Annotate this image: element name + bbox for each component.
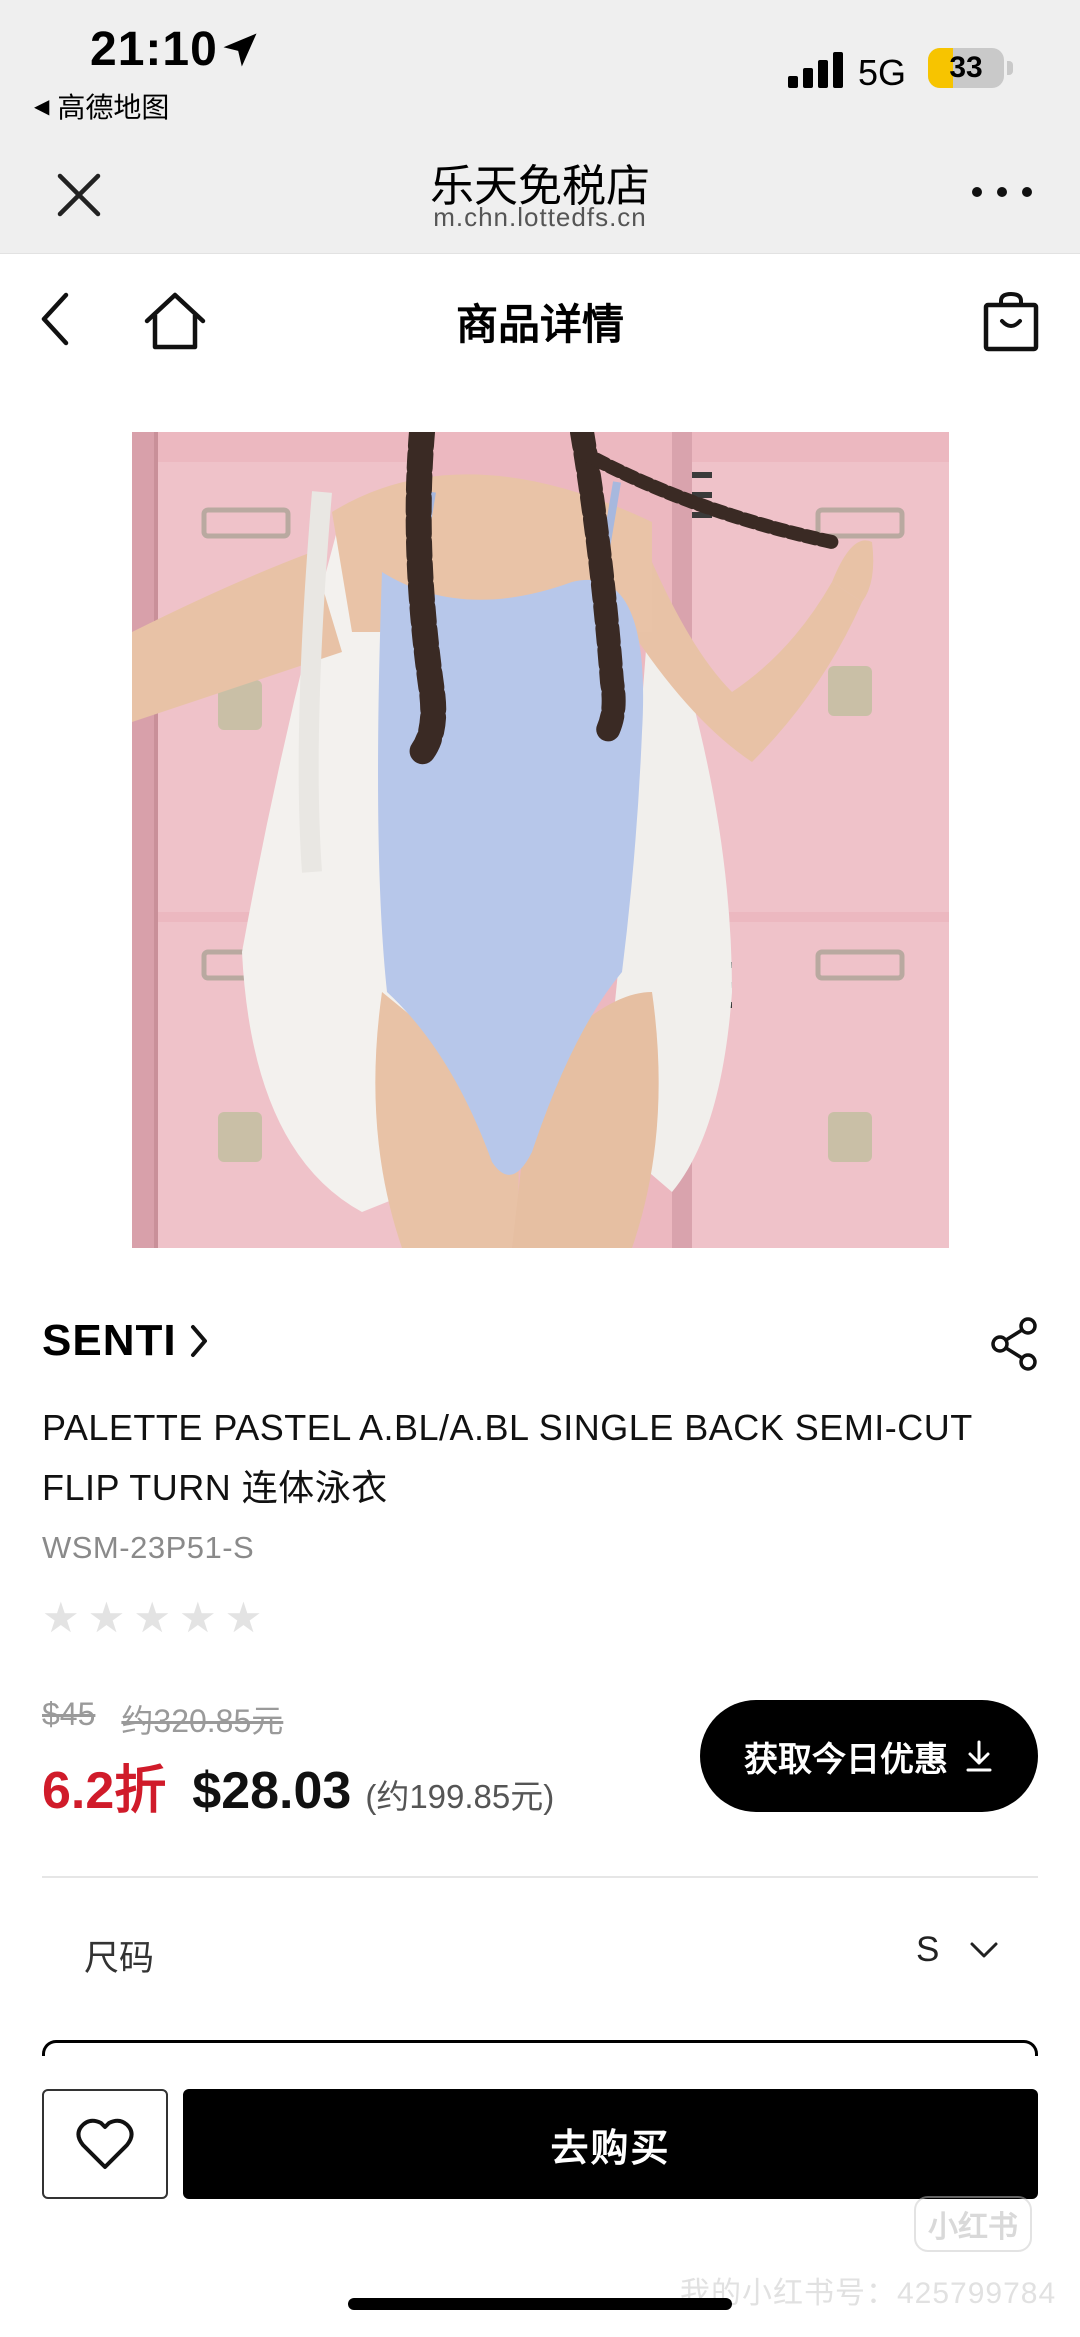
page-title: 商品详情	[455, 301, 624, 348]
star-icon: ★	[133, 1594, 171, 1641]
dot	[997, 187, 1007, 197]
rating-stars: ★ ★ ★ ★ ★	[42, 1596, 262, 1640]
battery-percent: 33	[949, 51, 983, 84]
original-price-cny: 约320.85元	[121, 1703, 284, 1739]
heart-icon	[76, 2118, 134, 2169]
dot	[972, 187, 982, 197]
download-icon	[966, 1740, 992, 1772]
home-indicator[interactable]	[348, 2298, 732, 2310]
chevron-down-icon	[970, 1942, 998, 1958]
browser-bar: 乐天免税店 m.chn.lottedfs.cn	[0, 150, 1080, 254]
sale-price-usd: $28.03	[192, 1762, 352, 1820]
signal-icon	[788, 52, 843, 88]
size-select[interactable]: S	[916, 1930, 999, 1970]
share-icon[interactable]	[990, 1316, 1040, 1372]
star-icon: ★	[178, 1594, 217, 1641]
coupon-label: 获取今日优惠	[744, 1740, 948, 1779]
battery-tip	[1007, 61, 1013, 75]
brand-name: SENTI	[42, 1316, 177, 1365]
back-app-label: 高德地图	[57, 92, 170, 123]
product-sku: WSM-23P51-S	[42, 1530, 255, 1565]
divider	[42, 1876, 1038, 1878]
original-price-usd: $45	[42, 1696, 96, 1732]
dot	[1022, 187, 1032, 197]
star-icon: ★	[224, 1594, 263, 1641]
battery-icon: 33	[928, 48, 1004, 88]
product-image[interactable]	[132, 432, 949, 1248]
shopping-bag-icon[interactable]	[982, 291, 1040, 353]
sale-price-cny: (约199.85元)	[365, 1778, 555, 1815]
original-price: $45 约320.85元	[42, 1696, 283, 1742]
watermark-text: 我的小红书号：425799784	[680, 2277, 1057, 2310]
star-icon: ★	[87, 1594, 126, 1641]
status-bar: 21:10 ◀ 高德地图 5G 33	[0, 0, 1080, 150]
back-to-app-link[interactable]: ◀ 高德地图	[34, 86, 169, 126]
size-value: S	[916, 1930, 940, 1969]
product-name: PALETTE PASTEL A.BL/A.BL SINGLE BACK SEM…	[42, 1407, 973, 1508]
star-icon: ★	[42, 1594, 80, 1641]
status-time: 21:10	[90, 23, 218, 76]
wishlist-button[interactable]	[42, 2089, 168, 2199]
back-triangle-icon: ◀	[34, 95, 50, 118]
discount-rate: 6.2折	[42, 1762, 167, 1820]
watermark-logo: 小红书	[914, 2196, 1032, 2252]
chevron-right-icon	[190, 1325, 207, 1357]
size-label: 尺码	[84, 1939, 155, 1978]
brand-link[interactable]: SENTI	[42, 1316, 211, 1366]
network-type: 5G	[858, 52, 907, 93]
buy-button[interactable]: 去购买	[183, 2089, 1038, 2199]
location-arrow-icon	[223, 33, 257, 67]
price-row: 6.2折 $28.03 (约199.85元)	[42, 1748, 554, 1823]
page-header: 商品详情	[0, 255, 1080, 385]
get-coupon-button[interactable]: 获取今日优惠	[700, 1700, 1038, 1812]
site-url: m.chn.lottedfs.cn	[433, 202, 647, 232]
more-options-icon[interactable]	[972, 172, 1032, 212]
